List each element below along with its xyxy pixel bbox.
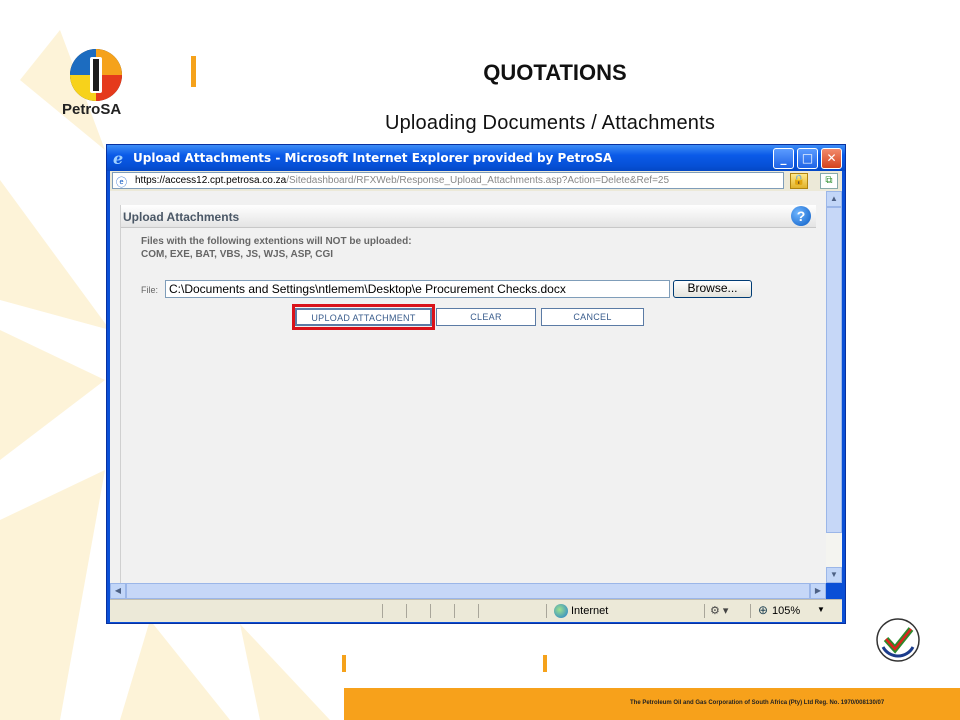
status-divider bbox=[704, 604, 705, 618]
page-icon: ⓔ bbox=[116, 177, 127, 189]
address-bar: ⓔ https://access12.cpt.petrosa.co.za/Sit… bbox=[110, 171, 842, 191]
status-divider bbox=[382, 604, 383, 618]
status-divider bbox=[430, 604, 431, 618]
window-titlebar[interactable]: e Upload Attachments - Microsoft Interne… bbox=[107, 145, 845, 171]
window-title: Upload Attachments - Microsoft Internet … bbox=[133, 151, 613, 165]
footer-accent-bar bbox=[543, 655, 547, 672]
address-url: https://access12.cpt.petrosa.co.za/Sited… bbox=[135, 175, 669, 186]
restriction-note: Files with the following extentions will… bbox=[141, 236, 412, 247]
panel-title: Upload Attachments bbox=[123, 210, 240, 224]
petrosa-logo bbox=[70, 49, 122, 101]
panel-header: Upload Attachments ? bbox=[121, 205, 816, 228]
zoom-icon[interactable]: ⊕ bbox=[758, 603, 768, 617]
maximize-button[interactable]: □ bbox=[797, 148, 818, 169]
title-accent-bar bbox=[191, 56, 196, 87]
lock-icon[interactable]: 🔒 bbox=[790, 173, 808, 189]
logo-wordmark: PetroSA bbox=[62, 101, 122, 118]
file-path-input[interactable]: C:\Documents and Settings\ntlemem\Deskto… bbox=[165, 280, 670, 298]
restricted-extensions: COM, EXE, BAT, VBS, JS, WJS, ASP, CGI bbox=[141, 249, 334, 260]
scroll-right-icon[interactable]: ▶ bbox=[810, 583, 826, 599]
ie-e-icon: e bbox=[113, 149, 124, 168]
vertical-scroll-thumb[interactable] bbox=[826, 207, 842, 533]
status-divider bbox=[546, 604, 547, 618]
status-bar: Internet ⚙ ▾ ⊕ 105% ▼ bbox=[110, 599, 842, 622]
url-host: petrosa.co.za bbox=[226, 175, 287, 186]
zoom-level[interactable]: 105% bbox=[772, 605, 800, 617]
footer-legal-text: The Petroleum Oil and Gas Corporation of… bbox=[630, 700, 885, 706]
status-divider bbox=[478, 604, 479, 618]
cancel-button[interactable]: CANCEL bbox=[541, 308, 644, 326]
status-divider bbox=[750, 604, 751, 618]
url-prefix: https://access12.cpt. bbox=[135, 175, 227, 186]
horizontal-scroll-thumb[interactable] bbox=[126, 583, 810, 599]
minimize-button[interactable]: _ bbox=[773, 148, 794, 169]
scroll-up-icon[interactable]: ▲ bbox=[826, 191, 842, 207]
footer-accent-bar bbox=[342, 655, 346, 672]
file-label: File: bbox=[141, 285, 159, 295]
browse-button[interactable]: Browse... bbox=[673, 280, 752, 298]
scroll-left-icon[interactable]: ◀ bbox=[110, 583, 126, 599]
highlight-annotation bbox=[292, 304, 435, 330]
address-field[interactable]: ⓔ https://access12.cpt.petrosa.co.za/Sit… bbox=[112, 172, 784, 189]
zoom-dropdown-icon[interactable]: ▼ bbox=[817, 605, 825, 614]
security-zone-label: Internet bbox=[571, 605, 609, 617]
slide-title: QUOTATIONS bbox=[483, 60, 627, 85]
proudly-south-african-logo bbox=[876, 618, 920, 662]
globe-zone-icon bbox=[554, 604, 568, 618]
vertical-scrollbar[interactable]: ▲ ▼ bbox=[826, 191, 842, 583]
compat-icon[interactable]: ⧉ bbox=[820, 173, 838, 189]
browser-window: e Upload Attachments - Microsoft Interne… bbox=[106, 144, 846, 624]
browser-content: Upload Attachments ? Files with the foll… bbox=[110, 191, 842, 583]
help-icon[interactable]: ? bbox=[791, 206, 811, 226]
status-divider bbox=[406, 604, 407, 618]
horizontal-scrollbar[interactable]: ◀ ▶ bbox=[110, 583, 826, 599]
status-divider bbox=[454, 604, 455, 618]
slide-subtitle: Uploading Documents / Attachments bbox=[384, 112, 716, 134]
close-button[interactable]: ✕ bbox=[821, 148, 842, 169]
scroll-down-icon[interactable]: ▼ bbox=[826, 567, 842, 583]
upload-panel: Upload Attachments ? Files with the foll… bbox=[120, 205, 816, 583]
url-path: /Sitedashboard/RFXWeb/Response_Upload_At… bbox=[286, 175, 670, 186]
protected-mode-icon[interactable]: ⚙ ▾ bbox=[710, 604, 728, 617]
clear-button[interactable]: CLEAR bbox=[436, 308, 536, 326]
